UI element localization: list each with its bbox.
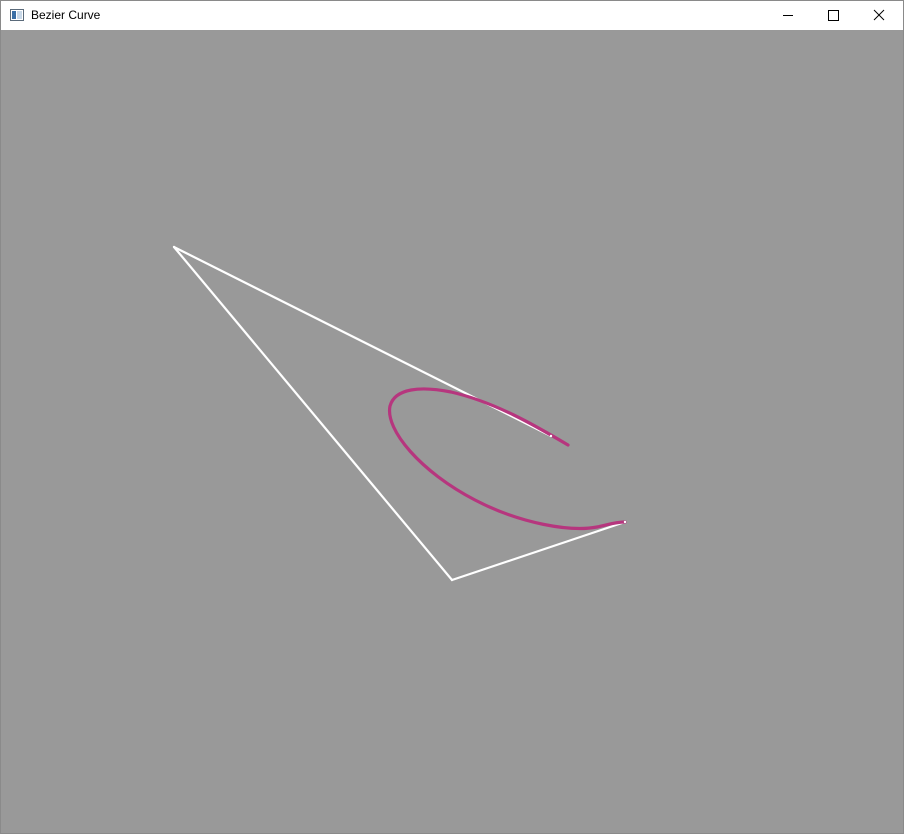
minimize-icon: [783, 15, 793, 16]
control-point-start[interactable]: [549, 434, 553, 438]
control-point-1[interactable]: [172, 245, 176, 249]
window-title: Bezier Curve: [31, 8, 101, 22]
bezier-curve: [387, 387, 627, 531]
drawing-canvas[interactable]: [1, 30, 903, 833]
app-window-icon: [10, 8, 24, 22]
maximize-button[interactable]: [810, 1, 856, 30]
maximize-icon: [828, 10, 839, 21]
control-point-end[interactable]: [623, 520, 627, 524]
app-window: Bezier Curve: [0, 0, 904, 834]
control-polygon: [173, 246, 626, 582]
minimize-button[interactable]: [765, 1, 811, 30]
control-point-2[interactable]: [450, 578, 454, 582]
title-bar[interactable]: Bezier Curve: [1, 1, 903, 30]
bezier-drawing: [172, 245, 627, 582]
close-button[interactable]: [856, 1, 902, 30]
close-icon: [873, 9, 885, 21]
